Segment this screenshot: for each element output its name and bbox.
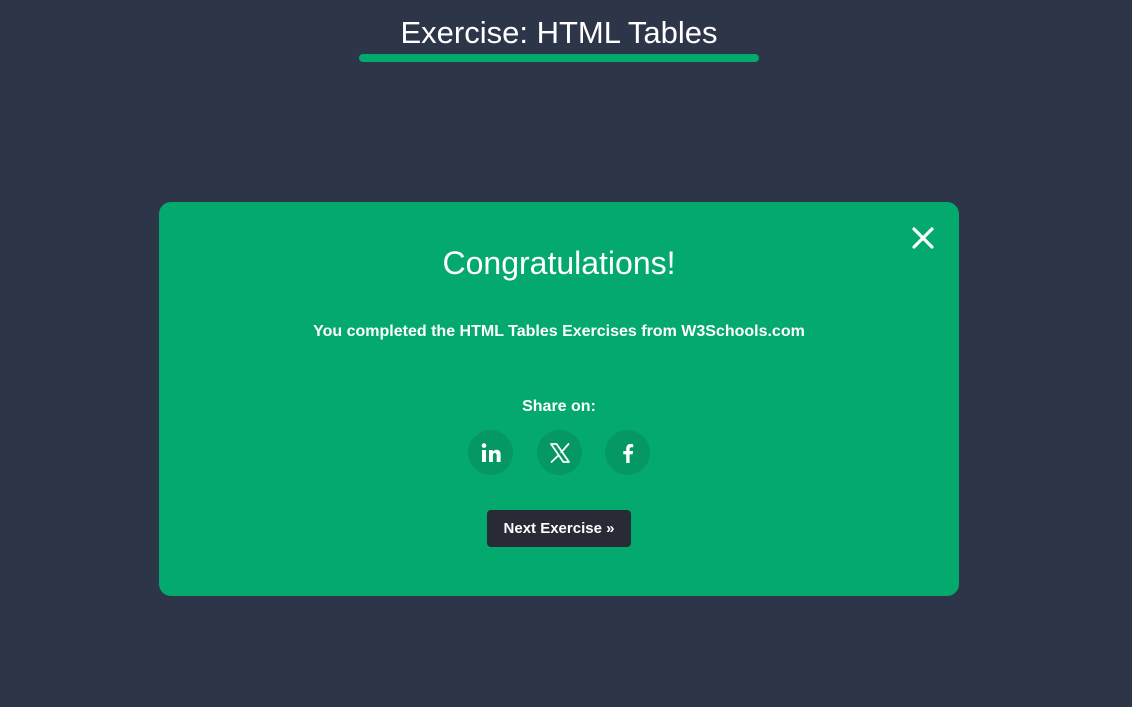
x-icon: [549, 442, 570, 463]
page-title: Exercise: HTML Tables: [400, 15, 718, 50]
share-buttons: [468, 430, 650, 475]
page-header: Exercise: HTML Tables: [0, 0, 1132, 70]
share-x-button[interactable]: [537, 430, 582, 475]
facebook-icon: [622, 443, 633, 463]
share-linkedin-button[interactable]: [468, 430, 513, 475]
share-label: Share on:: [522, 398, 596, 415]
linkedin-icon: [481, 442, 501, 462]
next-exercise-button[interactable]: Next Exercise »: [487, 510, 631, 547]
completion-message: You completed the HTML Tables Exercises …: [313, 323, 805, 340]
modal-heading: Congratulations!: [442, 245, 676, 281]
congratulations-modal: Congratulations! You completed the HTML …: [159, 202, 959, 596]
share-facebook-button[interactable]: [605, 430, 650, 475]
title-underline: [359, 54, 759, 62]
